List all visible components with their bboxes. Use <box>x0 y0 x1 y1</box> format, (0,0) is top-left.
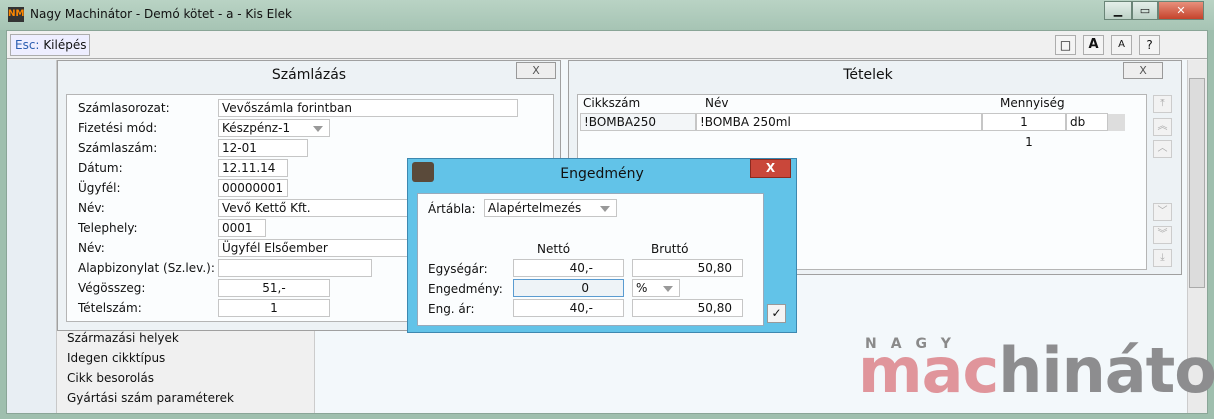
esc-key: Esc: <box>15 38 40 52</box>
first-row-button[interactable]: ⤒ <box>1153 95 1172 113</box>
item-code-cell[interactable]: !BOMBA250 <box>580 113 696 131</box>
net-header: Nettó <box>537 242 571 256</box>
logo-part2: hinátor <box>998 334 1214 407</box>
help-button[interactable]: ? <box>1139 35 1160 55</box>
billing-field-input[interactable]: 0001 <box>218 219 266 237</box>
column-header-name[interactable]: Név <box>705 96 728 110</box>
discount-input[interactable]: 0 <box>513 279 624 297</box>
billing-field-label: Dátum: <box>78 161 123 175</box>
gross-header: Bruttó <box>651 242 689 256</box>
item-name-cell[interactable]: !BOMBA 250ml <box>696 113 982 131</box>
ok-button[interactable]: ✓ <box>767 304 786 323</box>
billing-field-label: Számlaszám: <box>78 141 158 155</box>
billing-field-label: Alapbizonylat (Sz.lev.): <box>78 261 215 275</box>
discount-close-button[interactable]: X <box>750 159 791 178</box>
billing-field-input[interactable] <box>218 259 372 277</box>
exit-button[interactable]: Esc: Kilépés <box>10 34 90 56</box>
last-row-button[interactable]: ⤓ <box>1153 249 1172 267</box>
row-end-cell <box>1108 114 1125 131</box>
scrollbar-thumb[interactable] <box>1189 78 1205 288</box>
discounted-price-net[interactable]: 40,- <box>513 299 624 317</box>
menu-item[interactable]: Gyártási szám paraméterek <box>67 391 234 405</box>
billing-title: Számlázás <box>271 67 347 83</box>
row-up-button[interactable]: ︿ <box>1153 140 1172 158</box>
menu-item[interactable]: Származási helyek <box>67 331 179 345</box>
font-smaller-button[interactable]: A <box>1111 35 1132 55</box>
billing-field-input[interactable]: 12.11.14 <box>218 159 288 177</box>
billing-field-label: Fizetési mód: <box>78 121 158 135</box>
items-title: Tételek <box>843 67 893 83</box>
row-down-button[interactable]: ﹀ <box>1153 203 1172 221</box>
exit-label: Kilépés <box>43 38 87 52</box>
discounted-price-gross[interactable]: 50,80 <box>632 299 743 317</box>
page-down-button[interactable]: ︾ <box>1153 226 1172 244</box>
menu-item[interactable]: Cikk besorolás <box>67 371 154 385</box>
logo: machinátor <box>858 334 1214 407</box>
pricelist-label: Ártábla: <box>428 202 476 216</box>
billing-field-label: Név: <box>78 201 105 215</box>
billing-field-label: Ügyfél: <box>78 181 121 195</box>
billing-field-input[interactable]: 00000001 <box>218 179 288 197</box>
discounted-price-label: Eng. ár: <box>428 302 475 316</box>
left-icon-strip <box>7 60 57 413</box>
billing-field-label: Telephely: <box>78 221 138 235</box>
billing-field-input[interactable]: Vevőszámla forintban <box>218 99 518 117</box>
toolbar <box>7 31 1207 59</box>
logo-part1: mac <box>858 334 999 407</box>
discount-title: Engedmény <box>560 166 644 182</box>
close-window-button[interactable]: ✕ <box>1158 1 1204 20</box>
window-title: Nagy Machinátor - Demó kötet - a - Kis E… <box>30 7 292 21</box>
font-larger-button[interactable]: A <box>1083 35 1104 55</box>
unit-price-label: Egységár: <box>428 262 488 276</box>
billing-field-label: Végösszeg: <box>78 281 146 295</box>
items-close-button[interactable]: X <box>1123 62 1163 79</box>
window-mode-button[interactable]: □ <box>1055 35 1076 55</box>
billing-close-button[interactable]: X <box>516 62 556 79</box>
billing-field-input[interactable]: 51,- <box>218 279 330 297</box>
pricelist-select[interactable]: Alapértelmezés <box>484 199 617 217</box>
maximize-button[interactable]: ▭ <box>1132 1 1158 20</box>
discount-unit-select[interactable]: % <box>632 279 680 297</box>
menu-item[interactable]: Idegen cikktípus <box>67 351 165 365</box>
billing-field-input[interactable]: 1 <box>218 299 330 317</box>
billing-field-label: Név: <box>78 241 105 255</box>
unit-price-net[interactable]: 40,- <box>513 259 624 277</box>
discount-label: Engedmény: <box>428 282 503 296</box>
column-header-quantity[interactable]: Mennyiség <box>1000 96 1065 110</box>
minimize-button[interactable]: ▁ <box>1104 1 1132 20</box>
unit-price-gross[interactable]: 50,80 <box>632 259 743 277</box>
app-icon: NM <box>8 7 25 22</box>
item-qty-cell[interactable]: 1 <box>982 113 1066 131</box>
billing-field-label: Tételszám: <box>78 301 142 315</box>
billing-field-input[interactable]: Készpénz-1 <box>218 119 330 137</box>
total-qty: 1 <box>1025 135 1033 149</box>
page-up-button[interactable]: ︽ <box>1153 118 1172 136</box>
billing-field-input[interactable]: 12-01 <box>218 139 308 157</box>
billing-field-label: Számlasorozat: <box>78 101 170 115</box>
column-header-code[interactable]: Cikkszám <box>583 96 640 110</box>
item-unit-cell[interactable]: db <box>1066 113 1108 131</box>
